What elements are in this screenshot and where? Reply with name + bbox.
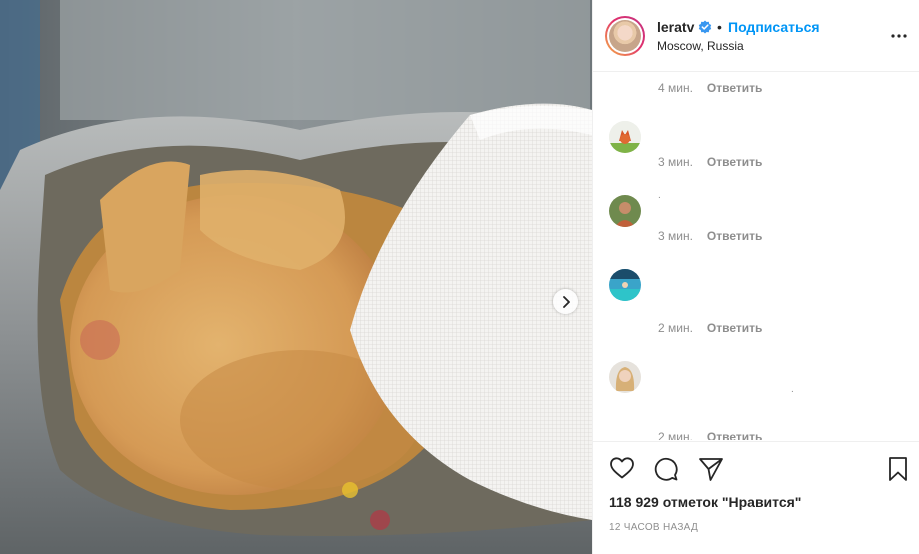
comments-list[interactable]: 4 мин. Ответить 3 мин. Ответить . 3 мин. От… xyxy=(593,72,919,440)
comment-text: . xyxy=(791,384,794,395)
comment-text: . xyxy=(658,190,661,201)
heart-icon[interactable] xyxy=(609,456,635,480)
post-header: leratv • Подписаться Moscow, Russia xyxy=(593,0,919,72)
commenter-avatar[interactable] xyxy=(609,121,641,153)
post-photo xyxy=(0,0,592,554)
commenter-avatar[interactable] xyxy=(609,269,641,301)
photo-image xyxy=(0,0,592,554)
comment-meta: 3 мин. Ответить xyxy=(658,229,762,243)
comment-time: 4 мин. xyxy=(658,81,693,95)
follow-button[interactable]: Подписаться xyxy=(728,19,820,35)
comment-meta: 2 мин. Ответить xyxy=(658,430,762,440)
fox-avatar-image xyxy=(609,121,641,153)
reply-button[interactable]: Ответить xyxy=(707,321,762,335)
likes-count[interactable]: 118 929 отметок "Нравится" xyxy=(609,494,801,510)
reply-button[interactable]: Ответить xyxy=(707,229,762,243)
author-avatar[interactable] xyxy=(605,16,645,56)
commenter-avatar[interactable] xyxy=(609,195,641,227)
verified-badge-icon xyxy=(698,20,712,34)
header-separator: • xyxy=(717,19,722,35)
post-side-panel: leratv • Подписаться Moscow, Russia 4 ми… xyxy=(592,0,919,554)
post-timestamp[interactable]: 12 часов назад xyxy=(609,522,698,533)
woman-avatar-image xyxy=(609,361,641,393)
reply-button[interactable]: Ответить xyxy=(707,155,762,169)
post-location[interactable]: Moscow, Russia xyxy=(657,39,744,53)
comment-time: 3 мин. xyxy=(658,155,693,169)
author-avatar-image xyxy=(609,20,641,52)
paper-plane-icon[interactable] xyxy=(698,456,724,482)
comment-time: 2 мин. xyxy=(658,321,693,335)
commenter-avatar[interactable] xyxy=(609,361,641,393)
comment-meta: 4 мин. Ответить xyxy=(658,81,762,95)
reply-button[interactable]: Ответить xyxy=(707,81,762,95)
comment-time: 3 мин. xyxy=(658,229,693,243)
bookmark-icon[interactable] xyxy=(888,456,908,482)
comment-icon[interactable] xyxy=(653,456,679,482)
comment-meta: 2 мин. Ответить xyxy=(658,321,762,335)
more-options-icon[interactable] xyxy=(891,24,907,48)
comment-meta: 3 мин. Ответить xyxy=(658,155,762,169)
next-photo-button[interactable] xyxy=(553,289,578,314)
pool-avatar-image xyxy=(609,269,641,301)
post-actions: 118 929 отметок "Нравится" 12 часов наза… xyxy=(593,441,919,554)
comment-time: 2 мин. xyxy=(658,430,693,440)
person-avatar-image xyxy=(609,195,641,227)
reply-button[interactable]: Ответить xyxy=(707,430,762,440)
author-username[interactable]: leratv xyxy=(657,19,694,35)
chevron-right-icon xyxy=(562,295,570,308)
